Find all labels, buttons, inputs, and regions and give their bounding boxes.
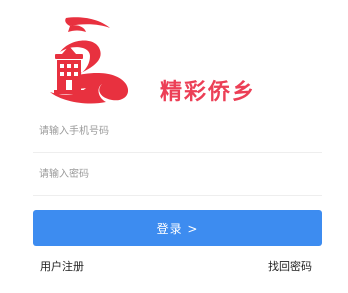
login-button[interactable]: 登录 >	[33, 210, 322, 246]
phone-input[interactable]	[39, 120, 309, 142]
app-title: 精彩侨乡	[160, 80, 257, 105]
password-input[interactable]	[39, 163, 309, 185]
password-field	[33, 155, 322, 196]
forgot-password-link[interactable]: 找回密码	[268, 258, 312, 274]
register-link[interactable]: 用户注册	[40, 258, 84, 274]
app-logo	[50, 17, 129, 104]
phone-field	[33, 112, 322, 153]
